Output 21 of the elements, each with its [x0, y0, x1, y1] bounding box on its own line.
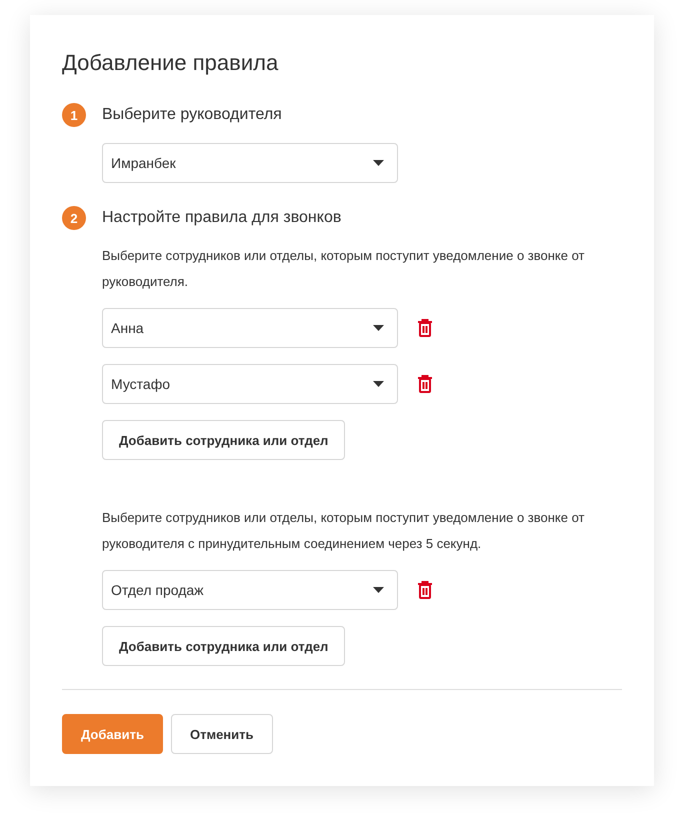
trash-icon[interactable] [418, 375, 432, 393]
dropdown[interactable]: Анна [102, 308, 398, 348]
dropdown[interactable]: Мустафо [102, 364, 398, 404]
dropdown[interactable]: Имранбек [102, 143, 398, 183]
step-title: Выберите руководителя [102, 106, 282, 124]
cancel-button[interactable]: Отменить [170, 714, 272, 754]
caret-icon [373, 325, 384, 331]
caret-icon [373, 381, 384, 387]
dialog-title: Добавление правила [62, 49, 280, 77]
add-employee-button[interactable]: Добавить сотрудника или отдел [102, 420, 346, 460]
step-number: 2 [62, 206, 86, 230]
trash-icon[interactable] [418, 581, 432, 599]
step-title: Настройте правила для звонков [102, 209, 342, 227]
dropdown[interactable]: Отдел продаж [102, 570, 398, 610]
description: Выберите сотрудников или отделы, которым поступит уведомление о звонке от руководителя с принудительным соединением через 5 секунд. [102, 509, 586, 553]
description: Выберите сотрудников или отделы, которым поступит уведомление о звонке от руководителя. [102, 247, 586, 291]
caret-icon [373, 587, 384, 593]
trash-icon[interactable] [418, 319, 432, 337]
add-employee-button[interactable]: Добавить сотрудника или отдел [102, 626, 346, 666]
caret-icon [373, 160, 384, 166]
step-number: 1 [62, 103, 86, 127]
